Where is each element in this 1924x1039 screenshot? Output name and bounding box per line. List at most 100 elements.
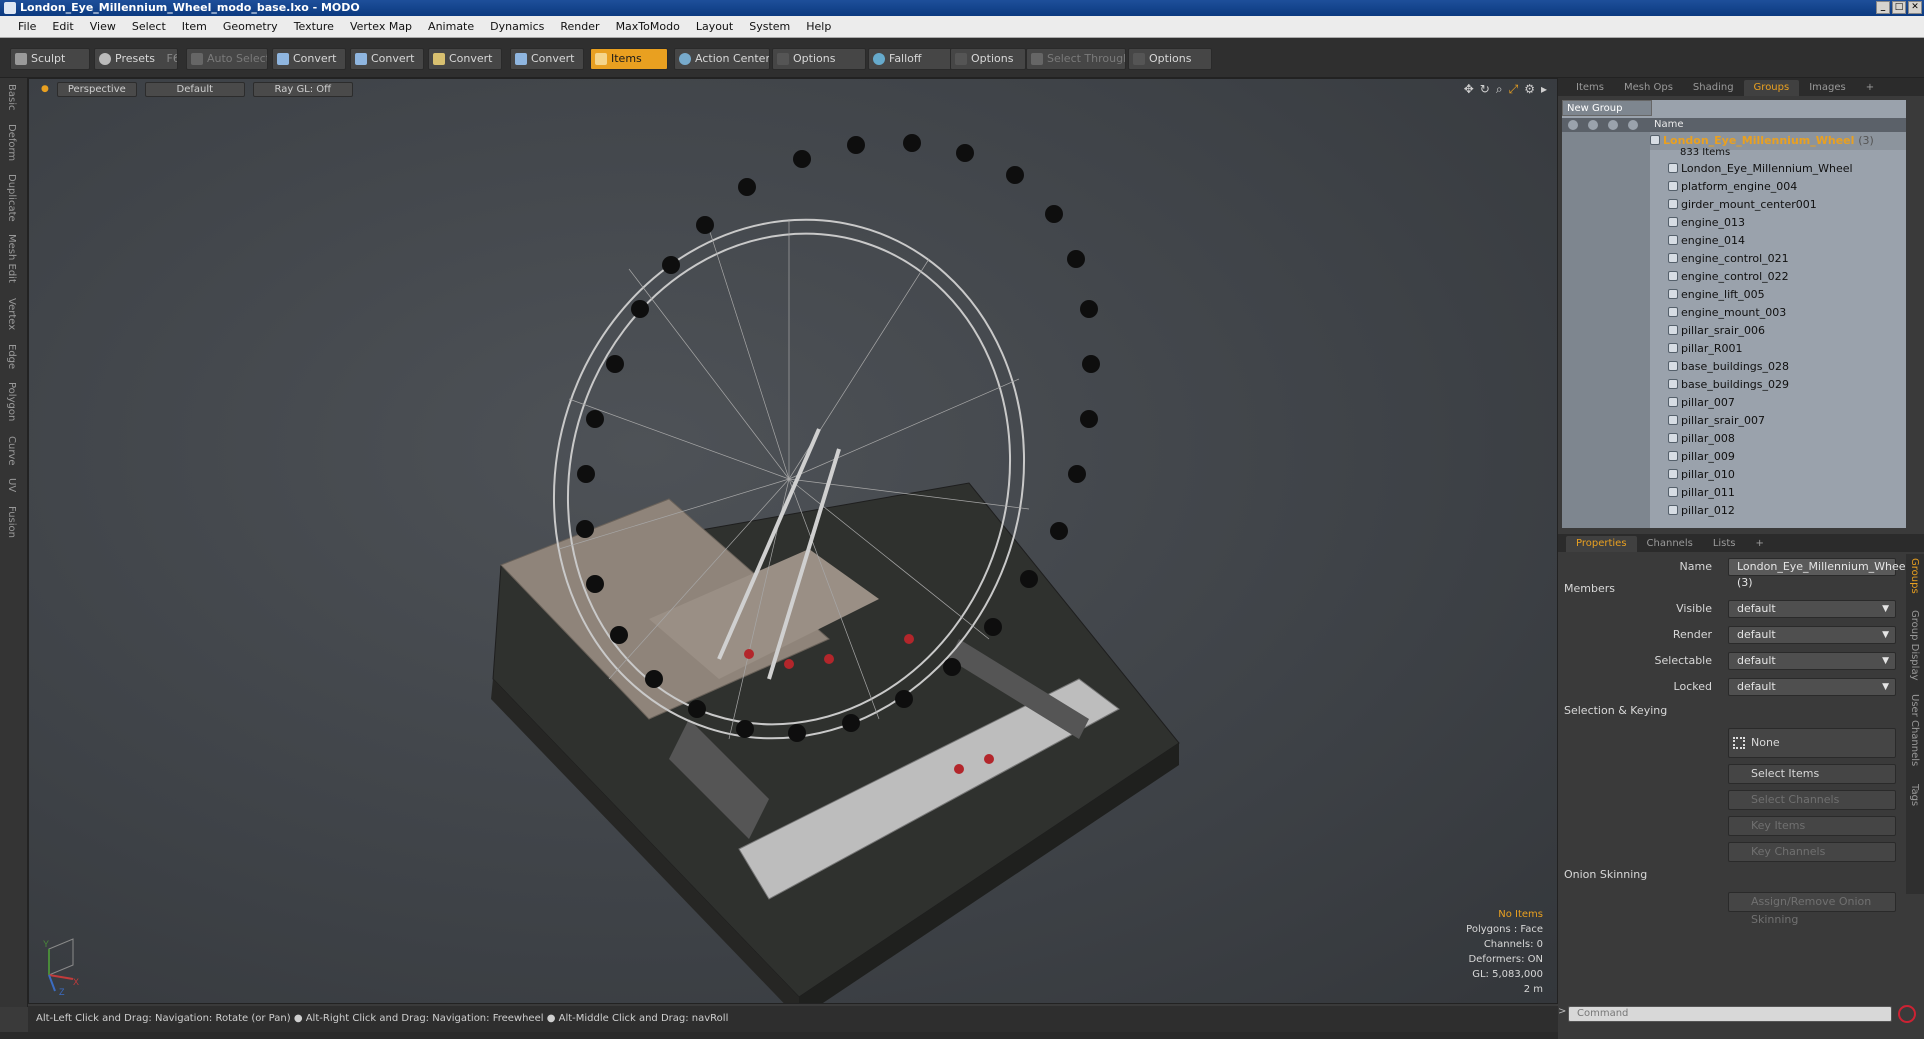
- menu-vertex-map[interactable]: Vertex Map: [342, 20, 420, 33]
- visible-label: Visible: [1676, 602, 1712, 615]
- tab-curve[interactable]: Curve: [6, 436, 17, 466]
- none-button[interactable]: None: [1728, 728, 1896, 758]
- key-channels-button[interactable]: Key Channels: [1728, 842, 1896, 862]
- tab-fusion[interactable]: Fusion: [6, 506, 17, 538]
- menu-help[interactable]: Help: [798, 20, 839, 33]
- close-button[interactable]: ✕: [1908, 1, 1922, 14]
- list-item[interactable]: base_buildings_028: [1650, 358, 1906, 376]
- convert-button-3[interactable]: Convert: [428, 48, 502, 70]
- tab-groups[interactable]: Groups: [1743, 80, 1800, 96]
- menu-geometry[interactable]: Geometry: [215, 20, 286, 33]
- falloff-button[interactable]: Falloff: [868, 48, 952, 70]
- tab-edge[interactable]: Edge: [6, 344, 17, 369]
- convert-button-2[interactable]: Convert: [350, 48, 424, 70]
- list-item[interactable]: pillar_srair_006: [1650, 322, 1906, 340]
- auto-select-button[interactable]: Auto Select: [186, 48, 268, 70]
- list-item[interactable]: pillar_008: [1650, 430, 1906, 448]
- falloff-options-button[interactable]: Options: [950, 48, 1026, 70]
- group-name-field[interactable]: London_Eye_Millennium_Wheel (3): [1728, 558, 1909, 589]
- minimize-button[interactable]: _: [1876, 1, 1890, 14]
- add-tab-button[interactable]: +: [1856, 80, 1884, 96]
- list-item[interactable]: pillar_011: [1650, 484, 1906, 502]
- locked-label: Locked: [1673, 680, 1712, 693]
- tab-deform[interactable]: Deform: [6, 124, 17, 161]
- select-through-button[interactable]: Select Through: [1026, 48, 1126, 70]
- menu-animate[interactable]: Animate: [420, 20, 482, 33]
- list-item[interactable]: pillar_009: [1650, 448, 1906, 466]
- side-tab-group-display[interactable]: Group Display: [1909, 610, 1920, 680]
- selection-keying-section[interactable]: Selection & Keying: [1564, 704, 1667, 717]
- key-items-button[interactable]: Key Items: [1728, 816, 1896, 836]
- side-tab-tags[interactable]: Tags: [1909, 784, 1920, 806]
- sculpt-button[interactable]: Sculpt: [10, 48, 90, 70]
- tab-mesh-ops[interactable]: Mesh Ops: [1614, 80, 1683, 96]
- convert-button-1[interactable]: Convert: [272, 48, 346, 70]
- list-item[interactable]: engine_lift_005: [1650, 286, 1906, 304]
- menu-render[interactable]: Render: [552, 20, 607, 33]
- record-icon[interactable]: [1898, 1005, 1916, 1023]
- locked-dropdown[interactable]: default ▼: [1728, 678, 1896, 696]
- visible-dropdown[interactable]: default ▼: [1728, 600, 1896, 618]
- mesh-icon: [1668, 397, 1678, 407]
- render-dropdown[interactable]: default ▼: [1728, 626, 1896, 644]
- selectable-icon[interactable]: [1608, 120, 1618, 130]
- command-input[interactable]: Command: [1568, 1006, 1892, 1022]
- menu-layout[interactable]: Layout: [688, 20, 741, 33]
- select-channels-button[interactable]: Select Channels: [1728, 790, 1896, 810]
- selectable-dropdown[interactable]: default ▼: [1728, 652, 1896, 670]
- list-item[interactable]: engine_014: [1650, 232, 1906, 250]
- action-center-options-button[interactable]: Options: [772, 48, 866, 70]
- eye-icon[interactable]: [1568, 120, 1578, 130]
- tab-mesh-edit[interactable]: Mesh Edit: [6, 234, 17, 283]
- maximize-button[interactable]: □: [1892, 1, 1906, 14]
- list-item[interactable]: engine_mount_003: [1650, 304, 1906, 322]
- side-tab-user-channels[interactable]: User Channels: [1909, 694, 1920, 766]
- menu-item[interactable]: Item: [174, 20, 215, 33]
- menu-texture[interactable]: Texture: [286, 20, 342, 33]
- list-item[interactable]: pillar_007: [1650, 394, 1906, 412]
- list-item[interactable]: engine_control_021: [1650, 250, 1906, 268]
- list-item[interactable]: pillar_R001: [1650, 340, 1906, 358]
- action-center-button[interactable]: Action Center: [674, 48, 770, 70]
- tab-vertex[interactable]: Vertex: [6, 298, 17, 330]
- list-item[interactable]: London_Eye_Millennium_Wheel: [1650, 160, 1906, 178]
- tab-uv[interactable]: UV: [6, 478, 17, 492]
- list-item[interactable]: girder_mount_center001: [1650, 196, 1906, 214]
- render-icon[interactable]: [1588, 120, 1598, 130]
- menu-edit[interactable]: Edit: [44, 20, 81, 33]
- menu-view[interactable]: View: [82, 20, 124, 33]
- tab-shading[interactable]: Shading: [1683, 80, 1744, 96]
- tab-basic[interactable]: Basic: [6, 84, 17, 110]
- onion-skinning-section[interactable]: Onion Skinning: [1564, 868, 1647, 881]
- convert-icon: [277, 53, 289, 65]
- tab-items[interactable]: Items: [1566, 80, 1614, 96]
- list-item[interactable]: engine_013: [1650, 214, 1906, 232]
- menu-maxtomodo[interactable]: MaxToModo: [608, 20, 688, 33]
- list-item[interactable]: pillar_010: [1650, 466, 1906, 484]
- menu-select[interactable]: Select: [124, 20, 174, 33]
- tab-images[interactable]: Images: [1799, 80, 1856, 96]
- tab-duplicate[interactable]: Duplicate: [6, 174, 17, 222]
- items-mode-button[interactable]: Items: [590, 48, 668, 70]
- convert-button-4[interactable]: Convert: [510, 48, 584, 70]
- menu-system[interactable]: System: [741, 20, 798, 33]
- list-item[interactable]: pillar_012: [1650, 502, 1906, 520]
- list-item[interactable]: platform_engine_004: [1650, 178, 1906, 196]
- 3d-viewport[interactable]: ● Perspective Default Ray GL: Off ✥ ↻ ⌕ …: [28, 78, 1558, 1004]
- list-item[interactable]: base_buildings_029: [1650, 376, 1906, 394]
- menu-file[interactable]: File: [10, 20, 44, 33]
- new-group-button[interactable]: New Group: [1562, 100, 1652, 116]
- select-items-button[interactable]: Select Items: [1728, 764, 1896, 784]
- side-tab-groups[interactable]: Groups: [1909, 558, 1920, 594]
- lock-icon[interactable]: [1628, 120, 1638, 130]
- select-through-options-button[interactable]: Options: [1128, 48, 1212, 70]
- list-item[interactable]: engine_control_022: [1650, 268, 1906, 286]
- stat-gl: GL: 5,083,000: [1472, 969, 1543, 980]
- list-item[interactable]: pillar_srair_007: [1650, 412, 1906, 430]
- assign-onion-button[interactable]: Assign/Remove Onion Skinning: [1728, 892, 1896, 926]
- tab-polygon[interactable]: Polygon: [6, 382, 17, 421]
- members-section[interactable]: Members: [1564, 582, 1615, 595]
- menu-dynamics[interactable]: Dynamics: [482, 20, 552, 33]
- presets-button[interactable]: Presets F6: [94, 48, 178, 70]
- window-title: London_Eye_Millennium_Wheel_modo_base.lx…: [20, 1, 360, 14]
